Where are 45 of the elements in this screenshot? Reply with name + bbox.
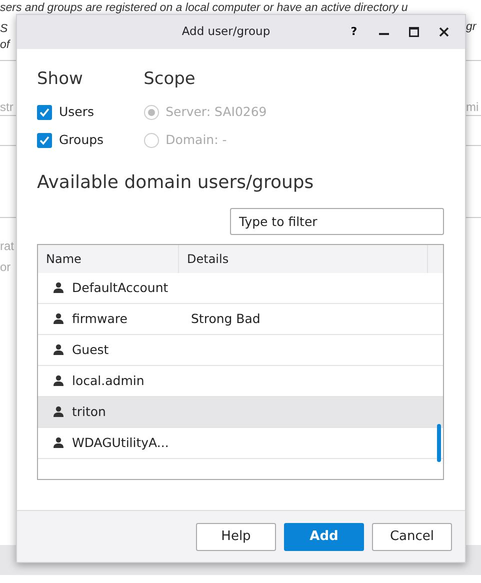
background-text: S: [0, 22, 8, 37]
maximize-icon: [409, 27, 419, 37]
list-row[interactable]: Guest: [38, 334, 443, 366]
window-title: Add user/group: [180, 23, 272, 40]
user-name: firmware: [72, 310, 128, 328]
filter-field[interactable]: Type to filter: [230, 208, 444, 235]
person-icon: [53, 313, 64, 324]
list-row[interactable]: firmware Strong Bad: [38, 304, 443, 335]
checkbox[interactable]: [37, 132, 52, 148]
scrollbar-thumb[interactable]: [437, 424, 441, 462]
list-row[interactable]: DefaultAccount: [38, 272, 443, 304]
user-name: DefaultAccount: [72, 278, 168, 297]
background-text: of: [0, 38, 10, 53]
person-icon: [53, 282, 64, 294]
radio-label: Server: SAI0269: [166, 103, 267, 122]
radio-label: Domain: -: [166, 131, 227, 150]
dialog-button[interactable]: Cancel: [372, 522, 452, 550]
background-text: mi: [466, 99, 479, 116]
section-heading: Available domain users/groups: [37, 172, 315, 194]
dialog-button[interactable]: Help: [196, 522, 276, 550]
close-icon: [439, 27, 449, 37]
section-heading: Scope: [144, 69, 196, 90]
help-button[interactable]: ?: [339, 20, 369, 44]
user-name: Guest: [72, 340, 109, 359]
checkbox-label: Groups: [59, 131, 104, 150]
person-icon: [53, 406, 64, 418]
dialog-button[interactable]: Add: [284, 522, 364, 550]
checkbox-label: Users: [59, 103, 94, 122]
background-text: or: [0, 259, 11, 276]
background-text: str: [0, 99, 14, 116]
person-icon: [53, 375, 64, 386]
column-header[interactable]: Name: [38, 244, 179, 273]
checkbox[interactable]: [37, 104, 52, 120]
person-icon: [53, 344, 64, 356]
list-row[interactable]: triton: [38, 396, 443, 428]
user-name: triton: [72, 402, 106, 421]
user-name: local.admin: [72, 372, 144, 390]
user-name: WDAGUtilityA...: [72, 434, 169, 452]
section-heading: Show: [37, 69, 84, 90]
user-details: Strong Bad: [190, 310, 260, 328]
background-text: sers and groups are registered on a local computer or have an active directory u: [0, 1, 408, 16]
person-icon: [53, 437, 64, 448]
background-text: rat: [0, 238, 14, 255]
column-header[interactable]: Details: [179, 244, 428, 273]
background-text: gr: [466, 20, 476, 35]
